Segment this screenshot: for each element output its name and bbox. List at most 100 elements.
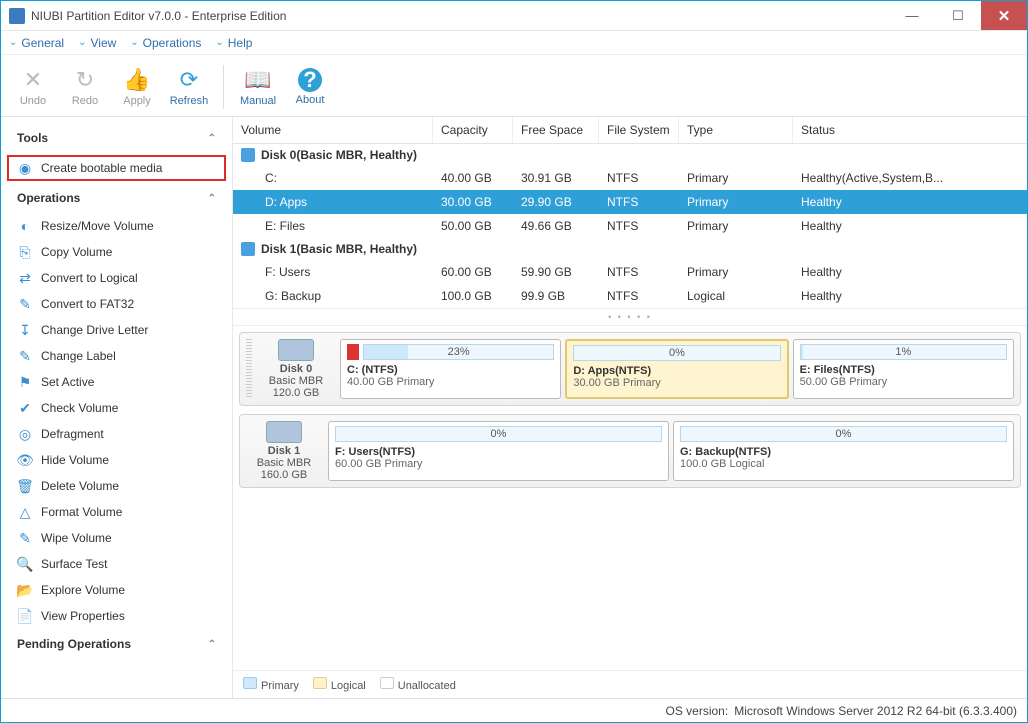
column-status[interactable]: Status	[793, 117, 1027, 143]
operation-change-drive-letter[interactable]: ↧Change Drive Letter	[1, 317, 232, 343]
disk-panel: Disk 1Basic MBR160.0 GB0%F: Users(NTFS)6…	[239, 414, 1021, 488]
column-free-space[interactable]: Free Space	[513, 117, 599, 143]
operations-section-header[interactable]: Operations⌃	[1, 183, 232, 213]
maximize-button[interactable]: ☐	[935, 1, 981, 30]
op-icon: ✎	[17, 296, 33, 312]
operation-resize-move-volume[interactable]: ◐Resize/Move Volume	[1, 213, 232, 239]
partition-block[interactable]: 1%E: Files(NTFS)50.00 GB Primary	[793, 339, 1014, 399]
column-type[interactable]: Type	[679, 117, 793, 143]
window-title: NIUBI Partition Editor v7.0.0 - Enterpri…	[31, 9, 889, 23]
op-icon: 🗑	[17, 478, 33, 494]
disk-map-area: Disk 0Basic MBR120.0 GB23%C: (NTFS)40.00…	[233, 326, 1027, 494]
menu-operations[interactable]: ⌄Operations	[130, 36, 201, 50]
os-version-label: OS version:	[666, 704, 729, 718]
op-icon: ⚑	[17, 374, 33, 390]
disk-header-row[interactable]: Disk 0(Basic MBR, Healthy)	[233, 144, 1027, 166]
column-capacity[interactable]: Capacity	[433, 117, 513, 143]
redo-icon: ↻	[72, 67, 98, 93]
operation-defragment[interactable]: ◎Defragment	[1, 421, 232, 447]
operation-set-active[interactable]: ⚑Set Active	[1, 369, 232, 395]
partition-block[interactable]: 0%F: Users(NTFS)60.00 GB Primary	[328, 421, 669, 481]
titlebar: NIUBI Partition Editor v7.0.0 - Enterpri…	[1, 1, 1027, 31]
operation-convert-to-fat32[interactable]: ✎Convert to FAT32	[1, 291, 232, 317]
op-icon: △	[17, 504, 33, 520]
usage-bar: 0%	[573, 345, 780, 361]
column-volume[interactable]: Volume	[233, 117, 433, 143]
operation-convert-to-logical[interactable]: ⇄Convert to Logical	[1, 265, 232, 291]
redo-button[interactable]: ↻Redo	[61, 67, 109, 107]
volume-row[interactable]: D: Apps30.00 GB29.90 GBNTFSPrimaryHealth…	[233, 190, 1027, 214]
legend-primary: Primary	[243, 677, 299, 692]
main-panel: Volume Capacity Free Space File System T…	[233, 117, 1027, 698]
logical-swatch	[313, 677, 327, 689]
tools-section-header[interactable]: Tools⌃	[1, 123, 232, 153]
op-icon: 🔍	[17, 556, 33, 572]
statusbar: OS version: Microsoft Windows Server 201…	[1, 698, 1027, 722]
column-file-system[interactable]: File System	[599, 117, 679, 143]
menu-general[interactable]: ⌄General	[9, 36, 64, 50]
create-bootable-media[interactable]: ◉Create bootable media	[7, 155, 226, 181]
undo-icon: ✕	[20, 67, 46, 93]
manual-icon: 📖	[245, 67, 271, 93]
chevron-up-icon: ⌃	[208, 639, 216, 650]
resize-handle[interactable]	[246, 339, 252, 399]
partition-row: 23%C: (NTFS)40.00 GB Primary0%D: Apps(NT…	[340, 339, 1014, 399]
close-button[interactable]: ✕	[981, 1, 1027, 30]
menu-help[interactable]: ⌄Help	[215, 36, 252, 50]
op-icon: ✎	[17, 348, 33, 364]
operation-format-volume[interactable]: △Format Volume	[1, 499, 232, 525]
partition-block[interactable]: 0%G: Backup(NTFS)100.0 GB Logical	[673, 421, 1014, 481]
operation-view-properties[interactable]: 📄View Properties	[1, 603, 232, 629]
operation-surface-test[interactable]: 🔍Surface Test	[1, 551, 232, 577]
usage-bar: 23%	[363, 344, 554, 360]
pending-operations-header[interactable]: Pending Operations⌃	[1, 629, 232, 659]
about-icon: ?	[298, 68, 322, 92]
disk-image-icon	[266, 421, 302, 443]
op-icon: ✔	[17, 400, 33, 416]
minimize-button[interactable]: —	[889, 1, 935, 30]
volume-row[interactable]: G: Backup100.0 GB99.9 GBNTFSLogicalHealt…	[233, 284, 1027, 308]
disk-header-row[interactable]: Disk 1(Basic MBR, Healthy)	[233, 238, 1027, 260]
partition-block[interactable]: 0%D: Apps(NTFS)30.00 GB Primary	[565, 339, 788, 399]
op-icon: 📄	[17, 608, 33, 624]
disk-info: Disk 1Basic MBR160.0 GB	[246, 421, 322, 481]
op-icon: ✎	[17, 530, 33, 546]
app-window: NIUBI Partition Editor v7.0.0 - Enterpri…	[0, 0, 1028, 723]
partition-block[interactable]: 23%C: (NTFS)40.00 GB Primary	[340, 339, 561, 399]
primary-swatch	[243, 677, 257, 689]
chevron-up-icon: ⌃	[208, 133, 216, 144]
splitter-handle[interactable]: • • • • •	[233, 308, 1027, 326]
volume-row[interactable]: E: Files50.00 GB49.66 GBNTFSPrimaryHealt…	[233, 214, 1027, 238]
legend: Primary Logical Unallocated	[233, 670, 1027, 698]
about-button[interactable]: ?About	[286, 68, 334, 106]
disk-icon	[241, 242, 255, 256]
operation-wipe-volume[interactable]: ✎Wipe Volume	[1, 525, 232, 551]
toolbar-separator	[223, 65, 224, 109]
operation-hide-volume[interactable]: 👁Hide Volume	[1, 447, 232, 473]
menu-view[interactable]: ⌄View	[78, 36, 116, 50]
disk-info: Disk 0Basic MBR120.0 GB	[258, 339, 334, 399]
disc-icon: ◉	[17, 160, 33, 176]
manual-button[interactable]: 📖Manual	[234, 67, 282, 107]
apply-icon: 👍	[124, 67, 150, 93]
operation-explore-volume[interactable]: 📂Explore Volume	[1, 577, 232, 603]
apply-button[interactable]: 👍Apply	[113, 67, 161, 107]
disk-panel: Disk 0Basic MBR120.0 GB23%C: (NTFS)40.00…	[239, 332, 1021, 406]
volume-grid-body: Disk 0(Basic MBR, Healthy)C:40.00 GB30.9…	[233, 144, 1027, 308]
refresh-icon: ⟳	[176, 67, 202, 93]
operation-change-label[interactable]: ✎Change Label	[1, 343, 232, 369]
operation-delete-volume[interactable]: 🗑Delete Volume	[1, 473, 232, 499]
operation-copy-volume[interactable]: ⎘Copy Volume	[1, 239, 232, 265]
chevron-down-icon: ⌄	[215, 37, 223, 48]
refresh-button[interactable]: ⟳Refresh	[165, 67, 213, 107]
chevron-up-icon: ⌃	[208, 193, 216, 204]
legend-logical: Logical	[313, 677, 366, 692]
undo-button[interactable]: ✕Undo	[9, 67, 57, 107]
chevron-down-icon: ⌄	[78, 37, 86, 48]
volume-row[interactable]: C:40.00 GB30.91 GBNTFSPrimaryHealthy(Act…	[233, 166, 1027, 190]
menubar: ⌄General ⌄View ⌄Operations ⌄Help	[1, 31, 1027, 55]
operation-check-volume[interactable]: ✔Check Volume	[1, 395, 232, 421]
app-icon	[9, 8, 25, 24]
volume-row[interactable]: F: Users60.00 GB59.90 GBNTFSPrimaryHealt…	[233, 260, 1027, 284]
chevron-down-icon: ⌄	[9, 37, 17, 48]
